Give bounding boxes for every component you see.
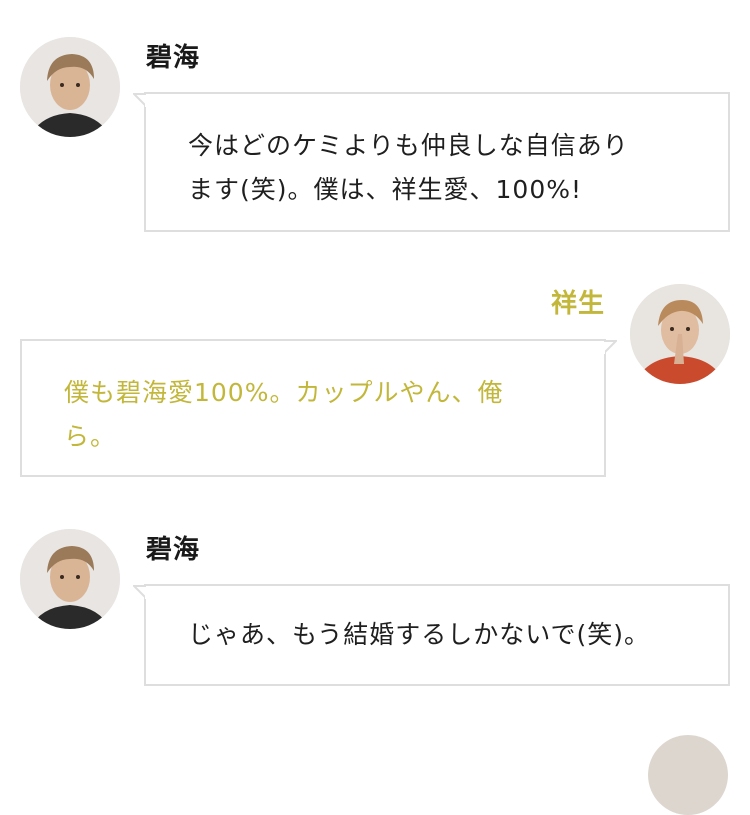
person-photo-icon: [20, 529, 120, 629]
message-text: じゃあ、もう結婚するしかないで(笑)。: [188, 620, 651, 649]
person-photo-icon: [20, 37, 120, 137]
avatar-aomi: [20, 37, 120, 137]
message-text: 僕も碧海愛100%。カップルやん、俺 ら。: [64, 378, 504, 451]
speaker-name: 祥生: [550, 289, 605, 319]
bubble-tail-icon: [133, 93, 149, 107]
message-bubble: 僕も碧海愛100%。カップルやん、俺 ら。: [20, 339, 617, 477]
message-text: 今はどのケミよりも仲良しな自信あり ます(笑)。僕は、祥生愛、100%!: [188, 131, 629, 204]
message-bubble: 今はどのケミよりも仲良しな自信あり ます(笑)。僕は、祥生愛、100%!: [133, 92, 730, 232]
bubble-tail-icon: [601, 340, 617, 354]
speaker-name: 碧海: [146, 535, 201, 565]
avatar-next-partial: [648, 735, 728, 815]
speaker-name: 碧海: [146, 43, 201, 73]
avatar-aomi: [20, 529, 120, 629]
bubble-tail-icon: [133, 585, 149, 599]
avatar-shoki: [630, 284, 730, 384]
person-photo-icon: [630, 284, 730, 384]
message-bubble: じゃあ、もう結婚するしかないで(笑)。: [133, 584, 730, 686]
